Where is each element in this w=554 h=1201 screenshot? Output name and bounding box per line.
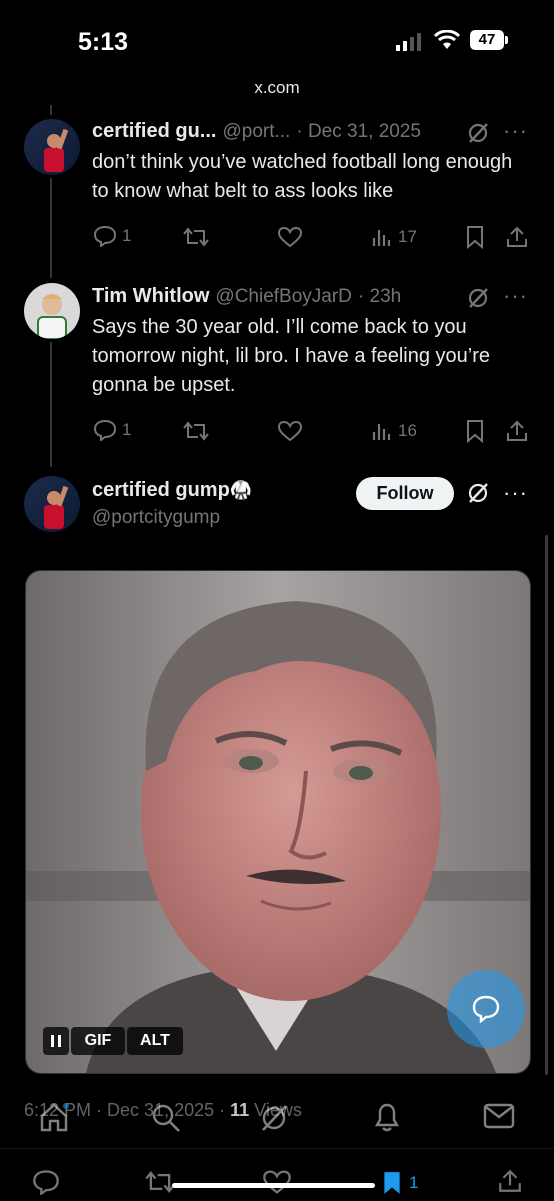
reply-icon — [93, 225, 117, 247]
views-button[interactable]: 16 — [371, 420, 417, 442]
author-name[interactable]: Tim Whitlow — [92, 285, 209, 308]
messages-icon[interactable] — [483, 1102, 515, 1130]
sticky-action-bar: 1 — [0, 1148, 554, 1201]
scrollbar[interactable] — [545, 535, 548, 1075]
focused-author[interactable]: certified gump🥋 — [92, 479, 252, 502]
pause-button[interactable] — [43, 1027, 69, 1055]
author-handle[interactable]: @port... — [222, 121, 290, 143]
alt-badge[interactable]: ALT — [127, 1027, 183, 1055]
reply-icon[interactable] — [32, 1169, 60, 1195]
repost-icon[interactable] — [144, 1169, 176, 1195]
share-icon[interactable] — [505, 419, 529, 443]
reply-icon — [93, 419, 117, 441]
thread-line — [50, 105, 52, 115]
notifications-icon[interactable] — [372, 1100, 402, 1134]
avatar-image — [37, 294, 67, 339]
home-icon[interactable] — [38, 1102, 70, 1132]
status-time: 5:13 — [78, 28, 129, 56]
avatar[interactable] — [24, 476, 80, 532]
share-icon[interactable] — [497, 1167, 523, 1195]
repost-icon[interactable] — [182, 420, 210, 442]
grok-tab-icon[interactable] — [258, 1102, 290, 1134]
bookmark-icon[interactable] — [464, 419, 486, 443]
post-time[interactable]: · 23h — [358, 286, 401, 308]
gif-badge: GIF — [71, 1027, 125, 1055]
views-button[interactable]: 17 — [371, 226, 417, 248]
repost-icon[interactable] — [182, 226, 210, 248]
post-header: Tim Whitlow @ChiefBoyJarD · 23h — [92, 285, 401, 308]
grok-icon[interactable] — [466, 121, 490, 145]
reply-count: 1 — [122, 226, 132, 245]
share-icon[interactable] — [505, 225, 529, 249]
avatar[interactable] — [24, 283, 80, 339]
cellular-signal-icon — [396, 33, 421, 51]
martial-arts-uniform-icon: 🥋 — [229, 480, 253, 500]
author-name: certified gump — [92, 479, 230, 501]
like-icon[interactable] — [277, 226, 303, 248]
bookmark-icon — [384, 1172, 400, 1194]
post-time[interactable]: · Dec 31, 2025 — [296, 121, 421, 143]
more-icon[interactable]: ··· — [503, 283, 528, 309]
views-icon — [372, 424, 391, 440]
thread-line — [50, 342, 52, 467]
avatar-image — [44, 485, 69, 529]
more-icon[interactable]: ··· — [503, 118, 528, 144]
reply-count: 1 — [122, 420, 132, 439]
battery-nub — [505, 36, 508, 44]
like-icon[interactable] — [277, 420, 303, 442]
views-count: 17 — [398, 227, 417, 246]
views-icon — [372, 230, 391, 246]
follow-button[interactable]: Follow — [356, 477, 454, 510]
post-text: Says the 30 year old. I’ll come back to … — [92, 316, 490, 396]
bookmark-count: 1 — [409, 1173, 419, 1192]
avatar[interactable] — [24, 119, 80, 175]
wifi-icon — [434, 30, 460, 49]
post-header: certified gu... @port... · Dec 31, 2025 — [92, 120, 421, 143]
author-name[interactable]: certified gu... — [92, 120, 216, 143]
like-icon[interactable] — [262, 1169, 292, 1195]
author-handle[interactable]: @ChiefBoyJarD — [215, 286, 352, 308]
thread-line — [50, 178, 52, 278]
views-count: 16 — [398, 421, 417, 440]
address-bar-url[interactable]: x.com — [0, 78, 554, 98]
bookmark-button[interactable]: 1 — [380, 1169, 418, 1197]
compose-reply-button[interactable] — [447, 970, 525, 1048]
search-icon[interactable] — [150, 1102, 182, 1134]
home-indicator — [172, 1183, 375, 1188]
grok-icon[interactable] — [466, 481, 490, 505]
reply-icon — [472, 995, 500, 1024]
grok-icon[interactable] — [466, 286, 490, 310]
battery-indicator: 47 — [470, 30, 504, 50]
avatar-image — [44, 128, 69, 172]
post-text: don’t think you’ve watched football long… — [92, 151, 513, 202]
author-handle[interactable]: @portcitygump — [92, 507, 220, 529]
bookmark-icon[interactable] — [464, 225, 486, 249]
reply-button[interactable]: 1 — [93, 419, 131, 441]
more-icon[interactable]: ··· — [503, 480, 528, 506]
pause-icon — [51, 1035, 61, 1047]
reply-button[interactable]: 1 — [93, 225, 131, 247]
